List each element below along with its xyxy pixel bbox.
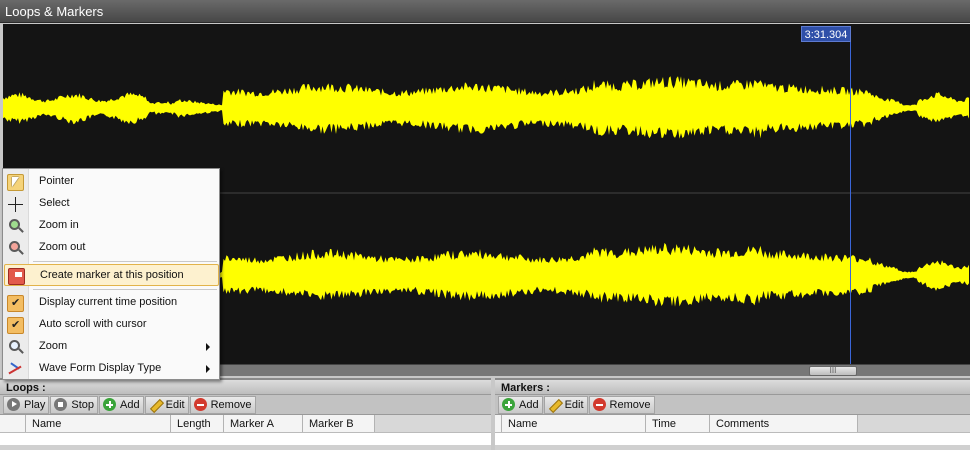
playback-cursor[interactable] — [850, 41, 851, 364]
menu-item-label: Display current time position — [39, 296, 178, 308]
zoom-out-icon — [7, 240, 24, 257]
row-selector-header — [0, 415, 26, 432]
markers-col-name[interactable]: Name — [502, 415, 646, 432]
loops-stop-label: Stop — [71, 398, 95, 411]
crosshair-icon — [7, 196, 24, 213]
markers-grid-header: Name Time Comments — [495, 415, 970, 433]
stop-icon — [54, 398, 68, 411]
menu-item-zoom[interactable]: Zoom — [4, 336, 219, 358]
scrollbar-thumb[interactable]: III — [809, 366, 857, 376]
play-icon — [7, 398, 20, 411]
menu-item-label: Pointer — [39, 175, 74, 187]
markers-edit-label: Edit — [564, 398, 584, 411]
loops-title: Loops : — [0, 378, 491, 395]
pointer-icon — [7, 174, 24, 191]
loops-col-marker-b[interactable]: Marker B — [303, 415, 375, 432]
loops-edit-button[interactable]: Edit — [144, 395, 189, 414]
loops-grid-header: Name Length Marker A Marker B — [0, 415, 491, 433]
loops-grid-body[interactable] — [0, 433, 491, 445]
menu-item-label: Select — [39, 197, 70, 209]
menu-item-waveform-type[interactable]: Wave Form Display Type — [4, 358, 219, 380]
row-selector-header — [495, 415, 502, 432]
pencil-icon — [548, 398, 561, 411]
zoom-icon — [7, 339, 24, 356]
menu-item-label: Auto scroll with cursor — [39, 318, 147, 330]
markers-header-filler — [858, 415, 970, 432]
checkmark-icon — [7, 295, 24, 312]
loops-stop-button[interactable]: Stop — [50, 395, 99, 414]
loops-col-marker-a[interactable]: Marker A — [224, 415, 303, 432]
markers-col-comments[interactable]: Comments — [710, 415, 858, 432]
window-title: Loops & Markers — [0, 0, 970, 23]
remove-icon — [592, 398, 606, 411]
loops-remove-button[interactable]: Remove — [189, 395, 256, 414]
markers-add-button[interactable]: Add — [498, 395, 543, 414]
menu-item-zoom-out[interactable]: Zoom out — [4, 237, 219, 259]
submenu-arrow-icon — [206, 343, 210, 351]
cursor-time-label: 3:31.304 — [801, 26, 851, 42]
menu-item-label: Create marker at this position — [40, 269, 184, 281]
marker-icon — [8, 268, 25, 285]
loops-col-length[interactable]: Length — [171, 415, 224, 432]
markers-remove-button[interactable]: Remove — [588, 395, 655, 414]
loops-toolbar: Play Stop Add Edit Remove — [0, 395, 491, 415]
menu-item-label: Zoom in — [39, 219, 79, 231]
markers-panel: Markers : Add Edit Remove Name Time Comm… — [495, 378, 970, 450]
menu-item-zoom-in[interactable]: Zoom in — [4, 215, 219, 237]
loops-col-name[interactable]: Name — [26, 415, 171, 432]
markers-toolbar: Add Edit Remove — [495, 395, 970, 415]
add-icon — [502, 398, 515, 411]
markers-remove-label: Remove — [609, 398, 651, 411]
remove-icon — [193, 398, 207, 411]
markers-grid-body[interactable] — [495, 433, 970, 445]
checkmark-icon — [7, 317, 24, 334]
menu-item-auto-scroll[interactable]: Auto scroll with cursor — [4, 314, 219, 336]
markers-edit-button[interactable]: Edit — [543, 395, 588, 414]
context-menu: Pointer Select Zoom in Zoom out Create m… — [2, 168, 220, 380]
loops-remove-label: Remove — [210, 398, 252, 411]
markers-col-time[interactable]: Time — [646, 415, 710, 432]
loops-add-button[interactable]: Add — [99, 395, 144, 414]
pencil-icon — [149, 398, 162, 411]
menu-item-display-time[interactable]: Display current time position — [4, 292, 219, 314]
loops-play-button[interactable]: Play — [3, 395, 50, 414]
menu-item-create-marker[interactable]: Create marker at this position — [4, 264, 219, 286]
menu-item-select[interactable]: Select — [4, 193, 219, 215]
loops-panel: Loops : Play Stop Add Edit Remove Name L… — [0, 378, 491, 450]
submenu-arrow-icon — [206, 365, 210, 373]
markers-add-label: Add — [519, 398, 539, 411]
menu-separator — [33, 261, 217, 262]
loops-header-filler — [375, 415, 491, 432]
add-icon — [103, 398, 117, 411]
waveform-channel — [3, 76, 969, 139]
waveform-type-icon — [7, 361, 24, 378]
loops-edit-label: Edit — [165, 398, 185, 411]
menu-item-label: Zoom — [39, 340, 68, 352]
menu-item-label: Zoom out — [39, 241, 86, 253]
markers-title: Markers : — [495, 378, 970, 395]
menu-separator — [33, 289, 217, 290]
loops-add-label: Add — [120, 398, 140, 411]
menu-item-pointer[interactable]: Pointer — [4, 171, 219, 193]
zoom-in-icon — [7, 218, 24, 235]
loops-play-label: Play — [24, 398, 46, 411]
menu-item-label: Wave Form Display Type — [39, 362, 162, 374]
